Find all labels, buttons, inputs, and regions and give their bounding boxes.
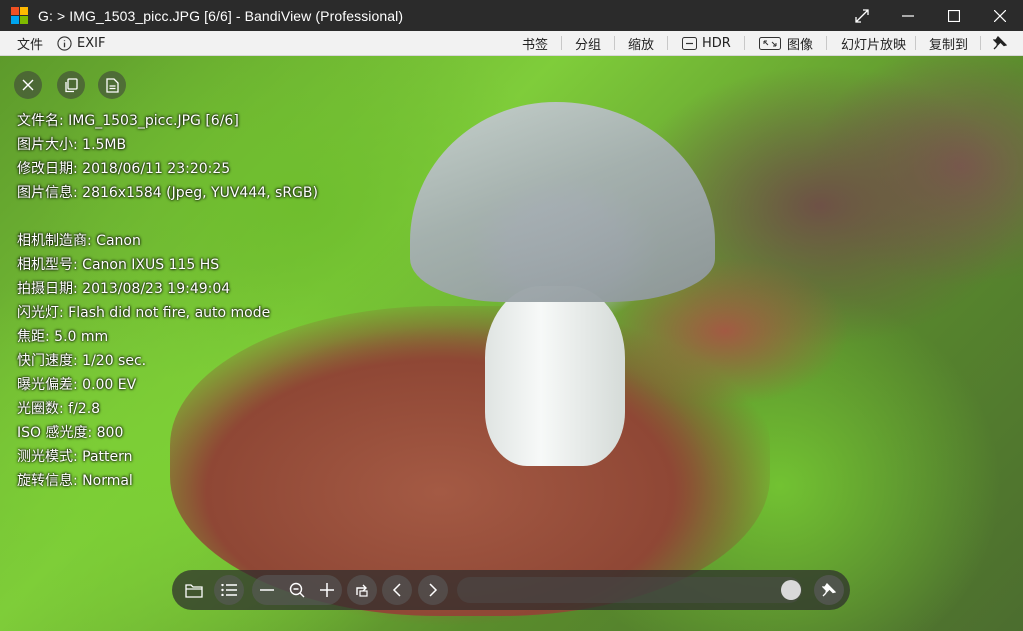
maximize-button[interactable] xyxy=(931,0,977,31)
document-icon xyxy=(105,77,119,93)
maximize-icon xyxy=(948,9,960,22)
close-icon xyxy=(22,79,34,91)
menu-bookmarks[interactable]: 书签 xyxy=(522,31,548,55)
zoom-in-button[interactable] xyxy=(312,575,342,605)
info-model: 相机型号: Canon IXUS 115 HS xyxy=(17,257,220,273)
info-focal: 焦距: 5.0 mm xyxy=(17,329,109,345)
folder-icon xyxy=(185,583,203,598)
info-aperture: 光圈数: f/2.8 xyxy=(17,401,101,417)
info-maker: 相机制造商: Canon xyxy=(17,233,141,249)
prev-icon xyxy=(392,583,401,597)
zoom-in-icon xyxy=(320,583,334,597)
info-filename: 文件名: IMG_1503_picc.JPG [6/6] xyxy=(17,113,239,129)
minimize-button[interactable] xyxy=(885,0,931,31)
fullscreen-button[interactable] xyxy=(839,0,885,31)
next-image-button[interactable] xyxy=(418,575,448,605)
image-position-slider[interactable] xyxy=(457,577,802,603)
menu-exif-label: EXIF xyxy=(77,35,106,51)
open-folder-button[interactable] xyxy=(179,575,209,605)
zoom-out-icon xyxy=(260,589,274,591)
info-icon xyxy=(57,35,72,51)
menu-group[interactable]: 分组 xyxy=(575,31,601,55)
minimize-icon xyxy=(902,14,914,17)
previous-image-button[interactable] xyxy=(382,575,412,605)
menu-exif[interactable]: EXIF xyxy=(57,31,105,55)
info-filesize: 图片大小: 1.5MB xyxy=(17,137,127,153)
image-viewer[interactable]: 文件名: IMG_1503_picc.JPG [6/6] 图片大小: 1.5MB… xyxy=(0,56,1023,631)
menu-copy-to[interactable]: 复制到 xyxy=(929,31,968,55)
pin-icon xyxy=(822,583,836,597)
info-metering: 测光模式: Pattern xyxy=(17,449,133,465)
exif-info-panel: 文件名: IMG_1503_picc.JPG [6/6] 图片大小: 1.5MB… xyxy=(17,109,318,493)
close-icon xyxy=(994,9,1006,22)
menu-separator xyxy=(744,36,745,50)
photo-mushroom-cap xyxy=(410,102,715,302)
menu-image-label: 图像 xyxy=(787,37,814,53)
next-icon xyxy=(429,583,438,597)
info-modified: 修改日期: 2018/06/11 23:20:25 xyxy=(17,161,231,177)
pin-icon xyxy=(993,36,1007,50)
file-list-button[interactable] xyxy=(214,575,244,605)
hdr-icon xyxy=(682,36,697,50)
info-exposure-bias: 曝光偏差: 0.00 EV xyxy=(17,377,137,393)
slider-handle[interactable] xyxy=(781,580,801,600)
info-flash: 闪光灯: Flash did not fire, auto mode xyxy=(17,305,271,321)
info-iso: ISO 感光度: 800 xyxy=(17,425,124,441)
copy-icon xyxy=(65,77,78,92)
info-taken: 拍摄日期: 2013/08/23 19:49:04 xyxy=(17,281,231,297)
menu-image[interactable]: 图像 xyxy=(759,31,813,55)
copy-info-button[interactable] xyxy=(57,71,85,99)
menu-pin[interactable] xyxy=(993,31,1007,55)
image-resize-icon xyxy=(759,36,781,50)
fullscreen-icon xyxy=(855,8,869,23)
menu-separator xyxy=(980,36,981,50)
bottom-toolbar xyxy=(172,570,850,610)
close-info-button[interactable] xyxy=(14,71,42,99)
menu-hdr-label: HDR xyxy=(702,35,731,51)
menu-zoom[interactable]: 缩放 xyxy=(628,31,654,55)
window-title: G: > IMG_1503_picc.JPG [6/6] - BandiView… xyxy=(38,7,404,24)
menu-separator xyxy=(915,36,916,50)
document-info-button[interactable] xyxy=(98,71,126,99)
info-imageinfo: 图片信息: 2816x1584 (Jpeg, YUV444, sRGB) xyxy=(17,185,318,201)
zoom-fit-icon xyxy=(289,582,305,598)
menu-separator xyxy=(667,36,668,50)
menu-hdr[interactable]: HDR xyxy=(682,31,731,55)
menu-slideshow[interactable]: 幻灯片放映 xyxy=(841,31,906,55)
menu-bar: 文件 EXIF 书签 分组 缩放 HDR 图像 幻灯片放映 复制到 xyxy=(0,31,1023,56)
menu-separator xyxy=(561,36,562,50)
pin-toolbar-button[interactable] xyxy=(814,575,844,605)
photo-mushroom-stem xyxy=(485,286,625,466)
zoom-fit-button[interactable] xyxy=(282,575,312,605)
rotate-button[interactable] xyxy=(347,575,377,605)
info-shutter: 快门速度: 1/20 sec. xyxy=(17,353,147,369)
rotate-icon xyxy=(356,584,368,597)
menu-separator xyxy=(614,36,615,50)
title-bar: G: > IMG_1503_picc.JPG [6/6] - BandiView… xyxy=(0,0,1023,31)
close-button[interactable] xyxy=(977,0,1023,31)
info-orientation: 旋转信息: Normal xyxy=(17,473,133,489)
menu-separator xyxy=(826,36,827,50)
list-icon xyxy=(221,584,237,596)
bandiview-logo-icon xyxy=(11,6,29,25)
menu-file[interactable]: 文件 xyxy=(17,31,43,55)
zoom-out-button[interactable] xyxy=(252,575,282,605)
